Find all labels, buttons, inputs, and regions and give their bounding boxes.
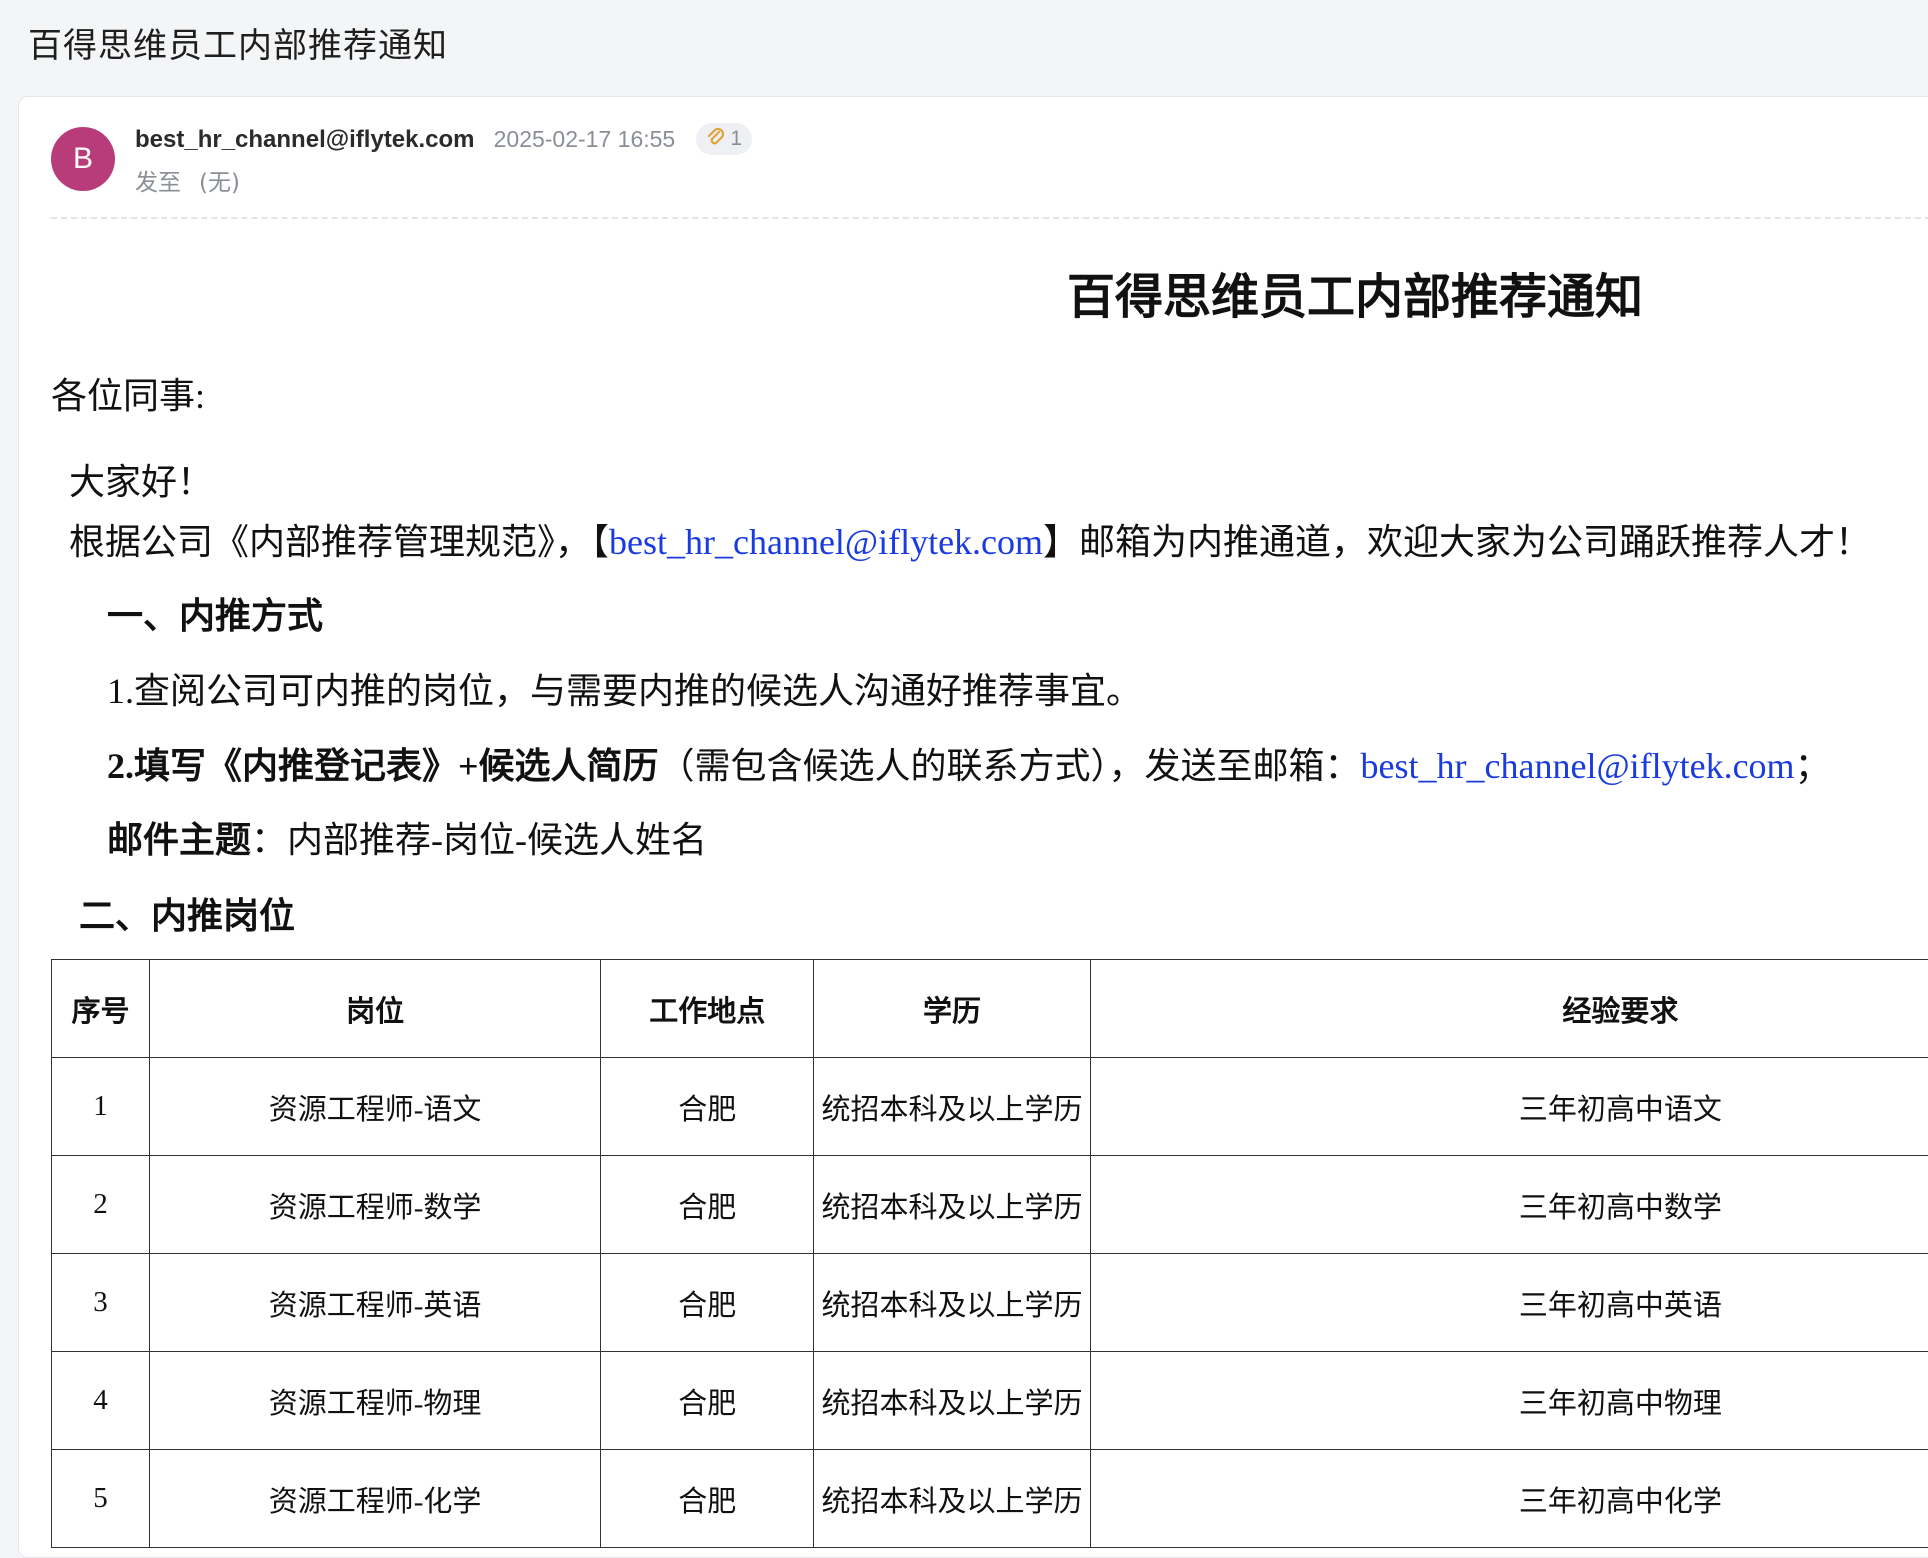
cell-index: 2 [52,1156,150,1254]
step-2: 2.填写《内推登记表》+候选人简历（需包含候选人的联系方式），发送至邮箱：bes… [107,737,1831,789]
cell-position: 资源工程师-英语 [149,1254,600,1352]
sender-email[interactable]: best_hr_channel@iflytek.com [135,126,475,153]
sender-avatar[interactable]: B [51,127,115,191]
sender-row: best_hr_channel@iflytek.com 2025-02-17 1… [135,123,752,155]
recipient-label: 发至 [135,170,181,196]
intro-text-pre: 根据公司《内部推荐管理规范》，【 [69,522,609,562]
mail-card: B best_hr_channel@iflytek.com 2025-02-17… [18,96,1928,1558]
mail-timestamp: 2025-02-17 16:55 [494,126,676,152]
table-row: 3 资源工程师-英语 合肥 统招本科及以上学历 三年初高中英语 [52,1254,1928,1352]
cell-position: 资源工程师-数学 [149,1156,600,1254]
recipient-row: 发至 (无) [135,163,240,197]
mail-subject-title: 百得思维员工内部推荐通知 [28,18,448,67]
header-index: 序号 [52,960,150,1058]
cell-index: 4 [52,1352,150,1450]
cell-experience: 三年初高中英语 [1090,1254,1928,1352]
table-header-row: 序号 岗位 工作地点 学历 经验要求 [52,960,1928,1058]
header-location: 工作地点 [601,960,814,1058]
intro-email-link[interactable]: best_hr_channel@iflytek.com [609,522,1043,562]
header-position: 岗位 [149,960,600,1058]
cell-location: 合肥 [601,1254,814,1352]
step-2-email-link[interactable]: best_hr_channel@iflytek.com [1361,746,1795,786]
paperclip-icon [706,127,726,149]
cell-position: 资源工程师-语文 [149,1058,600,1156]
cell-education: 统招本科及以上学历 [814,1254,1091,1352]
header-experience: 经验要求 [1090,960,1928,1058]
subject-format-label: 邮件主题 [107,820,251,860]
cell-education: 统招本科及以上学历 [814,1156,1091,1254]
hello-line: 大家好！ [69,453,213,505]
cell-position: 资源工程师-物理 [149,1352,600,1450]
cell-education: 统招本科及以上学历 [814,1450,1091,1548]
doc-title: 百得思维员工内部推荐通知 [1067,257,1643,327]
table-row: 2 资源工程师-数学 合肥 统招本科及以上学历 三年初高中数学 [52,1156,1928,1254]
cell-index: 5 [52,1450,150,1548]
section-heading-positions: 二、内推岗位 [79,887,295,939]
cell-experience: 三年初高中物理 [1090,1352,1928,1450]
intro-paragraph: 根据公司《内部推荐管理规范》，【best_hr_channel@iflytek.… [69,513,1871,565]
intro-text-post: 】邮箱为内推通道，欢迎大家为公司踊跃推荐人才！ [1043,522,1871,562]
cell-location: 合肥 [601,1058,814,1156]
step-2-text: （需包含候选人的联系方式），发送至邮箱： [659,746,1361,786]
recipient-value: (无) [199,170,240,196]
header-education: 学历 [814,960,1091,1058]
cell-experience: 三年初高中数学 [1090,1156,1928,1254]
step-2-bold: 2.填写《内推登记表》+候选人简历 [107,746,659,786]
cell-index: 1 [52,1058,150,1156]
attachment-badge[interactable]: 1 [696,123,752,155]
table-row: 4 资源工程师-物理 合肥 统招本科及以上学历 三年初高中物理 [52,1352,1928,1450]
cell-position: 资源工程师-化学 [149,1450,600,1548]
cell-education: 统招本科及以上学历 [814,1058,1091,1156]
attachment-count: 1 [730,127,742,150]
greeting: 各位同事: [51,367,205,419]
cell-education: 统招本科及以上学历 [814,1352,1091,1450]
cell-location: 合肥 [601,1156,814,1254]
section-heading-method: 一、内推方式 [107,587,323,639]
subject-format-value: ：内部推荐-岗位-候选人姓名 [251,820,707,860]
header-divider [51,217,1928,219]
cell-index: 3 [52,1254,150,1352]
step-2-end: ； [1795,746,1831,786]
cell-experience: 三年初高中化学 [1090,1450,1928,1548]
step-1: 1.查阅公司可内推的岗位，与需要内推的候选人沟通好推荐事宜。 [107,662,1142,714]
table-row: 1 资源工程师-语文 合肥 统招本科及以上学历 三年初高中语文 [52,1058,1928,1156]
cell-location: 合肥 [601,1352,814,1450]
cell-location: 合肥 [601,1450,814,1548]
subject-format-line: 邮件主题：内部推荐-岗位-候选人姓名 [107,811,707,863]
positions-table: 序号 岗位 工作地点 学历 经验要求 1 资源工程师-语文 合肥 统招本科及以上… [51,959,1928,1548]
cell-experience: 三年初高中语文 [1090,1058,1928,1156]
table-row: 5 资源工程师-化学 合肥 统招本科及以上学历 三年初高中化学 [52,1450,1928,1548]
